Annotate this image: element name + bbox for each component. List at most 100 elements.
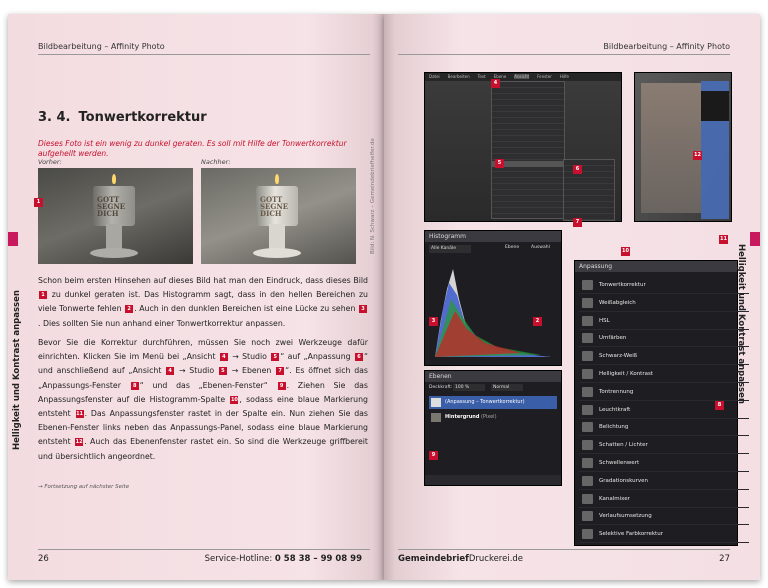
layer1-name: (Anpassung – Tonwertkorrektur)	[445, 399, 525, 405]
adjustments-panel: Anpassung Tonwertkorrektur Weißabgleich HS…	[574, 247, 749, 546]
badge-3: 3	[429, 317, 438, 326]
inline-badge: 4	[219, 353, 228, 362]
inline-badge: 7	[276, 367, 285, 376]
adjustment-label: Schwarz-Weiß	[599, 353, 638, 360]
cup-lettering-after: GOTT SEGNE DICH	[260, 195, 289, 218]
badge-11: 11	[719, 235, 728, 244]
adjustment-icon	[582, 315, 593, 326]
adjustment-item[interactable]: Helligkeit / Kontrast	[579, 366, 749, 383]
flame-shape	[112, 174, 116, 184]
hotline-label: Service-Hotline:	[204, 554, 273, 564]
page-number-left: 26	[38, 554, 49, 564]
badge-5: 5	[495, 159, 504, 168]
intro-text: Dieses Foto ist ein wenig zu dunkel gera…	[38, 139, 347, 158]
blend-mode-select[interactable]: Normal	[491, 384, 523, 391]
badge-4: 4	[491, 79, 500, 88]
layer2-name: Hintergrund	[445, 414, 480, 420]
badge-10: 10	[621, 247, 630, 256]
adjustment-item[interactable]: Tonwertkorrektur	[579, 277, 749, 294]
mini-histogram	[701, 91, 729, 121]
adjustment-label: Verlaufsumsetzung	[599, 513, 652, 520]
adjustment-item[interactable]: Kanalmixer	[579, 491, 749, 508]
adjustment-label: Schatten / Lichter	[599, 442, 648, 449]
adjustment-item[interactable]: HSL	[579, 313, 749, 330]
channel-select[interactable]: Alle Kanäle	[429, 245, 471, 253]
photo-after: GOTT SEGNE DICH	[201, 168, 356, 264]
adjustment-item[interactable]: Schwellenwert	[579, 455, 749, 472]
adjustment-item[interactable]: Gradationskurven	[579, 473, 749, 490]
menu-text[interactable]: Text	[478, 74, 486, 79]
adjustments-title: Anpassung	[579, 263, 613, 270]
adjustment-item[interactable]: Weißabgleich	[579, 295, 749, 312]
adjustment-label: Leuchtkraft	[599, 406, 631, 413]
adjustment-item[interactable]: Selektive Farbkorrektur	[579, 526, 749, 544]
adjustment-label: Schwellenwert	[599, 460, 640, 466]
option-selection[interactable]: Auswahl	[531, 245, 550, 250]
adjustment-label: Kanalmixer	[599, 495, 630, 502]
adjustment-icon	[582, 386, 593, 397]
menu-hilfe[interactable]: Hilfe	[560, 74, 569, 79]
section-heading: 3. 4. Tonwertkorrektur	[38, 110, 207, 125]
adjustment-item[interactable]: Belichtung	[579, 419, 749, 437]
layers-title: Ebenen	[429, 373, 452, 380]
adjustment-icon	[582, 297, 593, 308]
adjustments-header: Anpassung	[575, 261, 737, 272]
layer2-label: Hintergrund (Pixel)	[445, 411, 497, 424]
histogram-title: Histogramm	[429, 233, 466, 240]
running-head-right: Bildbearbeitung – Affinity Photo	[603, 42, 730, 51]
adjustment-icon	[582, 458, 593, 468]
menu-bearbeiten[interactable]: Bearbeiten	[448, 74, 470, 79]
adjustment-item[interactable]: Umfärben	[579, 330, 749, 348]
layer-row-adjustment[interactable]: (Anpassung – Tonwertkorrektur)	[429, 396, 557, 409]
bottom-rule	[38, 549, 370, 550]
layer-row-background[interactable]: Hintergrund (Pixel)	[429, 411, 557, 424]
hotline-number: 0 58 38 – 99 08 99	[274, 554, 362, 564]
layers-panel: Ebenen Deckkraft: 100 % Normal (Anpassun…	[424, 370, 562, 486]
opacity-field[interactable]: 100 %	[453, 384, 485, 391]
adjustment-icon	[582, 333, 593, 344]
side-tab-left	[8, 232, 18, 246]
badge-12: 12	[693, 151, 702, 160]
inline-badge: 12	[75, 438, 84, 447]
adjustment-icon	[582, 404, 593, 415]
adjustment-label: HSL	[599, 317, 610, 324]
menu-datei[interactable]: Datei	[429, 74, 440, 79]
adjustment-item[interactable]: Schwarz-Weiß	[579, 348, 749, 366]
adjustment-label: Belichtung	[599, 424, 629, 431]
layers-header: Ebenen	[425, 371, 561, 382]
inline-badge: 5	[218, 367, 227, 376]
section-title: Tonwertkorrektur	[78, 110, 207, 125]
adjustment-label: Helligkeit / Kontrast	[599, 371, 653, 377]
inline-badge: 11	[75, 410, 84, 419]
inline-badge: 8	[130, 381, 139, 390]
adjustment-label: Gradationskurven	[599, 477, 649, 484]
adjustment-icon	[582, 511, 593, 522]
inline-badge: 3	[359, 305, 367, 314]
top-rule-right	[398, 54, 730, 55]
badge-1: 1	[34, 198, 43, 207]
right-page: Bildbearbeitung – Affinity Photo Datei Be…	[384, 14, 760, 580]
open-brochure: Bildbearbeitung – Affinity Photo 3. 4. To…	[8, 14, 760, 580]
adjustment-item[interactable]: Verlaufsumsetzung	[579, 508, 749, 526]
adjustment-item[interactable]: Tontrennung	[579, 384, 749, 401]
studio-submenu	[563, 159, 615, 221]
badge-9: 9	[429, 451, 438, 460]
continued-note: → Fortsetzung auf nächster Seite	[38, 484, 130, 490]
badge-7: 7	[573, 218, 582, 227]
dock-screenshot: 12 11	[634, 72, 732, 244]
adjustment-icon	[582, 280, 593, 290]
option-layer[interactable]: Ebene	[505, 245, 519, 250]
view-menu-dropdown	[491, 81, 565, 219]
inline-badge: 2	[125, 305, 134, 314]
histogram-graph	[435, 269, 551, 357]
adjustment-icon	[582, 475, 593, 486]
inline-badge: 10	[230, 395, 239, 404]
menu-ansicht[interactable]: Ansicht	[514, 74, 530, 79]
bottom-rule-right	[398, 549, 730, 550]
adjustment-icon	[582, 529, 593, 540]
menu-fenster[interactable]: Fenster	[537, 74, 552, 79]
adjustment-item[interactable]: Schatten / Lichter	[579, 437, 749, 455]
inline-badge: 9	[277, 381, 286, 390]
adjustment-label: Tontrennung	[599, 388, 634, 395]
running-head-left: Bildbearbeitung – Affinity Photo	[38, 42, 165, 51]
